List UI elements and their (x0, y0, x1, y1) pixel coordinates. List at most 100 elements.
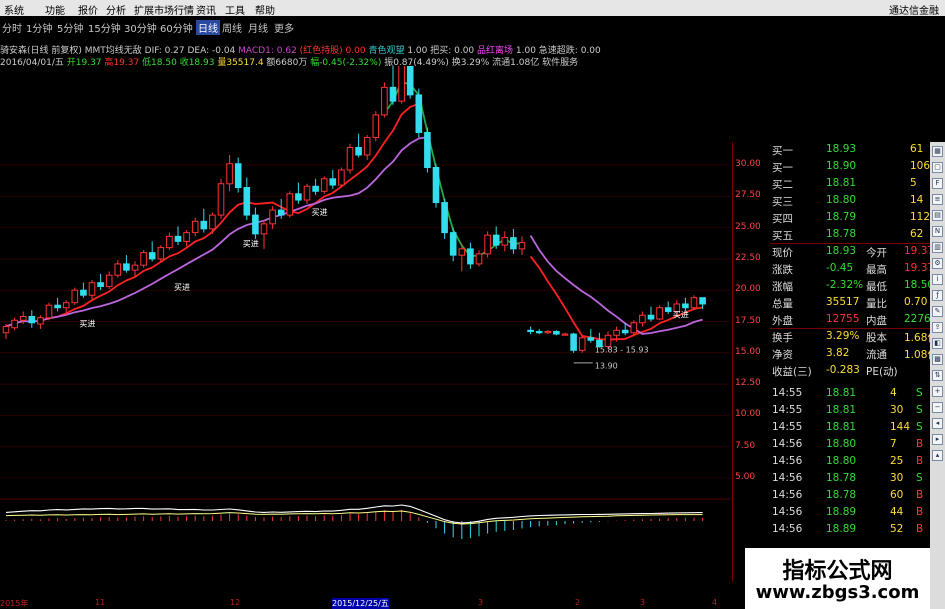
up-icon[interactable]: ▴ (932, 450, 943, 461)
function-icon[interactable]: ƒ (932, 290, 943, 301)
tick-time: 14:56 (772, 506, 803, 518)
candle (123, 263, 130, 271)
news-icon[interactable]: N (932, 226, 943, 237)
quote-value: 18.79 (826, 211, 857, 223)
menu-news[interactable]: 资讯 (196, 2, 216, 17)
quote-row[interactable]: 买一 18.90 106 (770, 159, 930, 176)
tool-icon[interactable]: ✎ (932, 306, 943, 317)
right-toolbar: ▦ ▢ F ≡ ▤ N ▥ ⚙ i ƒ ✎ ⇪ ◧ ▩ ⇅ + − ◂ ▸ ▴ (930, 142, 945, 609)
quote-label: 股本 (866, 332, 887, 344)
left-icon[interactable]: ◂ (932, 418, 943, 429)
quote-volume: 61 (910, 143, 924, 155)
price-tick-label: 25.00 (735, 221, 761, 232)
menu-system[interactable]: 系统 (4, 2, 24, 17)
tab-monthly[interactable]: 月线 (248, 20, 268, 35)
tab-weekly[interactable]: 周线 (222, 20, 242, 35)
quote-volume: 5 (910, 177, 917, 189)
candle (613, 329, 620, 336)
right-icon[interactable]: ▸ (932, 434, 943, 445)
quote-value: 18.78 (826, 228, 857, 240)
quote-row[interactable]: 收益(三) -0.283 PE(动) (770, 363, 930, 380)
quote-row[interactable]: 净资 3.82 流通 1.08亿 (770, 346, 938, 363)
quote-label: 涨跌 (772, 264, 793, 276)
quote-label: 买一 (772, 162, 793, 174)
candle (71, 289, 79, 304)
tab-30min[interactable]: 30分钟 (124, 20, 157, 35)
quote-row[interactable]: 外盘 12755 内盘 22762 (770, 312, 937, 329)
candle (467, 248, 474, 265)
menu-help[interactable]: 帮助 (255, 2, 275, 17)
candle (424, 131, 431, 169)
watermark-url: www.zbgs3.com (755, 582, 920, 603)
menu-function[interactable]: 功能 (45, 2, 65, 17)
quote-row[interactable]: 买五 18.78 62 (770, 227, 930, 244)
list-icon[interactable]: ≡ (932, 194, 943, 205)
info-icon[interactable]: i (932, 274, 943, 285)
export-icon[interactable]: ⇪ (932, 322, 943, 333)
menu-analysis[interactable]: 分析 (106, 2, 126, 17)
candle (501, 237, 509, 246)
tab-15min[interactable]: 15分钟 (88, 20, 121, 35)
tick-time: 14:56 (772, 438, 803, 450)
candle (587, 337, 595, 341)
tab-daily[interactable]: 日线 (196, 20, 220, 35)
candle (88, 282, 96, 296)
tick-volume: 144 (890, 421, 911, 433)
candle (553, 331, 560, 335)
menu-extended-market[interactable]: 扩展市场行情 (134, 2, 194, 17)
tick-volume: 52 (890, 523, 904, 535)
candle (80, 289, 87, 296)
kline-chart[interactable]: 买进买进买进买进买进15.83 - 15.9313.902.87 (0, 66, 730, 596)
candle (252, 214, 259, 235)
buy-signal-label: 买进 (243, 239, 259, 248)
quote-label: 买四 (772, 213, 793, 225)
chart-icon[interactable]: ▤ (932, 210, 943, 221)
candle (329, 178, 337, 186)
grid-icon[interactable]: ▦ (932, 146, 943, 157)
candle (621, 329, 629, 334)
tab-intraday[interactable]: 分时 (2, 20, 22, 35)
tick-time: 14:55 (772, 404, 803, 416)
tab-1min[interactable]: 1分钟 (26, 20, 52, 35)
settings-icon[interactable]: ⚙ (932, 258, 943, 269)
candle (355, 146, 362, 156)
candle (630, 322, 638, 334)
calc-icon[interactable]: ▩ (932, 354, 943, 365)
data-icon[interactable]: ▥ (932, 242, 943, 253)
quote-value: 18.80 (826, 194, 857, 206)
quote-row[interactable]: 买二 18.81 5 (770, 176, 930, 193)
quote-row[interactable]: 总量 35517 量比 0.70 (770, 295, 930, 312)
quote-row[interactable]: 涨幅 -2.32% 最低 18.50 (770, 278, 934, 295)
menu-quote[interactable]: 报价 (78, 2, 98, 17)
tick-time: 14:56 (772, 523, 803, 535)
quote-row[interactable]: 换手 3.29% 股本 1.68亿 (770, 329, 938, 346)
quote-value: 18.93 (826, 245, 857, 257)
quote-row[interactable]: 买四 18.79 112 (770, 210, 930, 227)
quote-label: 最高 (866, 264, 887, 276)
window-icon[interactable]: ▢ (932, 162, 943, 173)
tab-5min[interactable]: 5分钟 (57, 20, 83, 35)
zoom-in-icon[interactable]: + (932, 386, 943, 397)
sort-icon[interactable]: ⇅ (932, 370, 943, 381)
tab-60min[interactable]: 60分钟 (160, 20, 193, 35)
tick-row: 14:56 18.80 25 B (770, 454, 930, 471)
quote-row[interactable]: 涨跌 -0.45 最高 19.37 (770, 261, 934, 278)
tick-volume: 44 (890, 506, 904, 518)
menu-tools[interactable]: 工具 (225, 2, 245, 17)
f10-icon[interactable]: F (932, 178, 943, 189)
quote-row[interactable]: 买一 18.93 61 (770, 142, 930, 159)
zoom-out-icon[interactable]: − (932, 402, 943, 413)
quote-label: 量比 (866, 298, 887, 310)
quote-row[interactable]: 买三 18.80 14 (770, 193, 930, 210)
candle (2, 326, 10, 334)
quote-value: 12755 (826, 313, 860, 325)
candle (286, 193, 294, 216)
quote-label: 涨幅 (772, 281, 793, 293)
tab-more[interactable]: 更多 (274, 20, 294, 35)
buy-signal-label: 买进 (673, 311, 689, 320)
candle (28, 315, 36, 324)
index-icon[interactable]: ◧ (932, 338, 943, 349)
tick-volume: 30 (890, 404, 904, 416)
quote-row[interactable]: 现价 18.93 今开 19.37 (770, 244, 934, 261)
candle (157, 247, 165, 260)
